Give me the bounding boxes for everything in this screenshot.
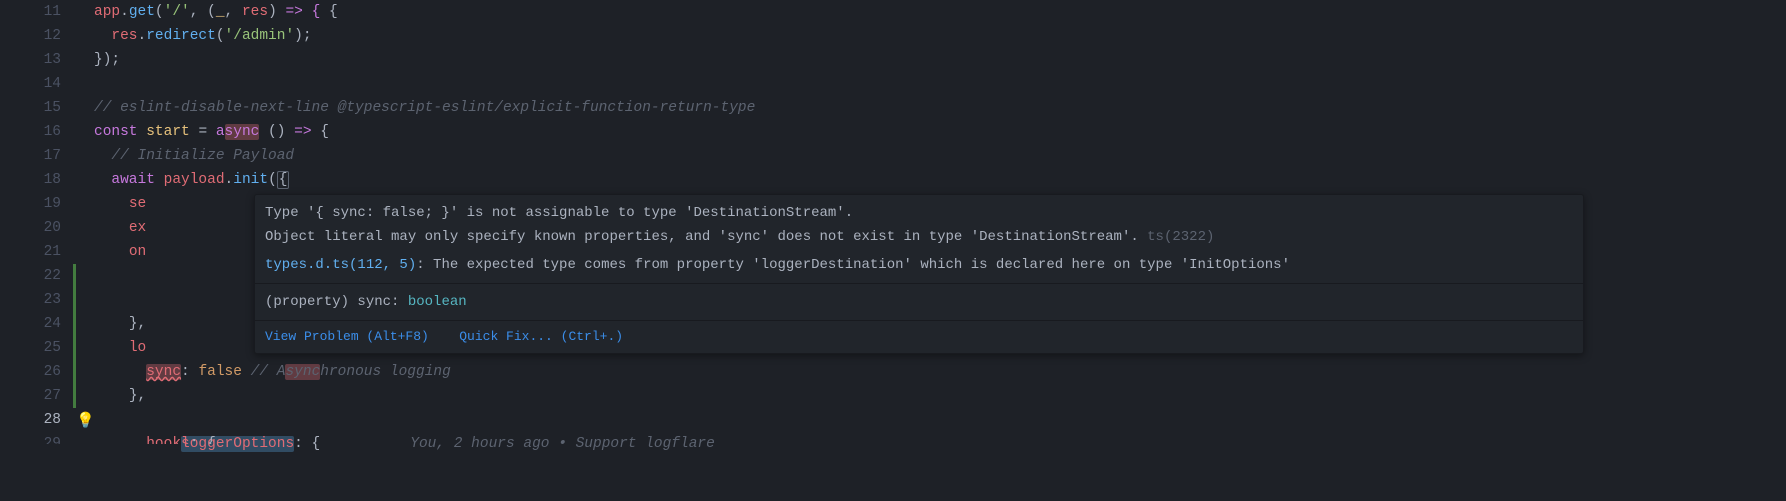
code-line[interactable]: }); bbox=[94, 48, 1786, 72]
token: false bbox=[198, 364, 242, 380]
token: => { bbox=[285, 4, 320, 20]
line-number: 28 bbox=[18, 408, 61, 432]
code-line[interactable]: // Initialize Payload bbox=[94, 144, 1786, 168]
error-message-line: Object literal may only specify known pr… bbox=[265, 229, 1139, 245]
token: redirect bbox=[146, 28, 216, 44]
token: res bbox=[111, 28, 137, 44]
token: start bbox=[146, 124, 190, 140]
signature-type: boolean bbox=[408, 294, 467, 310]
code-line[interactable]: const start = async () => { bbox=[94, 120, 1786, 144]
line-number: 17 bbox=[18, 144, 61, 168]
token: }); bbox=[94, 52, 120, 68]
token: lo bbox=[129, 340, 146, 356]
signature-name: sync bbox=[357, 294, 391, 310]
code-line[interactable]: await payload.init({ bbox=[94, 168, 1786, 192]
token: '/admin' bbox=[225, 28, 295, 44]
error-code: ts(2322) bbox=[1147, 229, 1214, 245]
line-number: 19 bbox=[18, 192, 61, 216]
token: _ bbox=[216, 4, 225, 20]
token: app bbox=[94, 4, 120, 20]
code-line[interactable]: sync: false // Asynchronous logging bbox=[94, 360, 1786, 384]
code-line[interactable] bbox=[94, 72, 1786, 96]
quick-fix-link[interactable]: Quick Fix... (Ctrl+.) bbox=[459, 329, 623, 344]
view-problem-link[interactable]: View Problem (Alt+F8) bbox=[265, 329, 429, 344]
line-number: 22 bbox=[18, 264, 61, 288]
token: init bbox=[233, 172, 268, 188]
hover-widget: Type '{ sync: false; }' is not assignabl… bbox=[254, 194, 1584, 354]
hover-signature-section: (property) sync: boolean bbox=[255, 284, 1583, 321]
editor-root: 11 12 13 14 15 16 17 18 19 20 21 22 23 2… bbox=[0, 0, 1786, 501]
line-number: 24 bbox=[18, 312, 61, 336]
code-line[interactable]: res.redirect('/admin'); bbox=[94, 24, 1786, 48]
hover-actions: View Problem (Alt+F8) Quick Fix... (Ctrl… bbox=[255, 321, 1583, 353]
line-number: 13 bbox=[18, 48, 61, 72]
comment: // Initialize Payload bbox=[111, 148, 294, 164]
error-message-line: Type '{ sync: false; }' is not assignabl… bbox=[265, 205, 853, 221]
line-number-gutter: 11 12 13 14 15 16 17 18 19 20 21 22 23 2… bbox=[18, 0, 73, 501]
line-number: 23 bbox=[18, 288, 61, 312]
line-number: 16 bbox=[18, 120, 61, 144]
gutter-margin bbox=[0, 0, 18, 501]
line-number: 25 bbox=[18, 336, 61, 360]
line-number: 12 bbox=[18, 24, 61, 48]
code-line[interactable]: }, bbox=[94, 384, 1786, 408]
code-line[interactable]: // eslint-disable-next-line @typescript-… bbox=[94, 96, 1786, 120]
line-number: 26 bbox=[18, 360, 61, 384]
token: }, bbox=[129, 316, 146, 332]
lightbulb-icon[interactable]: 💡 bbox=[76, 410, 95, 434]
code-line[interactable]: 💡 loggerOptions: {You, 2 hours ago • Sup… bbox=[94, 408, 1786, 432]
related-location[interactable]: (112, 5) bbox=[349, 257, 416, 273]
code-line[interactable]: hooks: { bbox=[94, 432, 1786, 444]
code-area[interactable]: app.get('/', (_, res) => { { res.redirec… bbox=[76, 0, 1786, 501]
comment: // eslint-disable-next-line @typescript-… bbox=[94, 100, 755, 116]
line-number: 18 bbox=[18, 168, 61, 192]
line-number: 15 bbox=[18, 96, 61, 120]
token: '/' bbox=[164, 4, 190, 20]
code-line[interactable]: app.get('/', (_, res) => { { bbox=[94, 0, 1786, 24]
token: ex bbox=[129, 220, 146, 236]
comment-highlight: sync bbox=[285, 364, 320, 380]
token: const bbox=[94, 124, 138, 140]
line-number: 21 bbox=[18, 240, 61, 264]
hover-error-section: Type '{ sync: false; }' is not assignabl… bbox=[255, 195, 1583, 284]
related-message: : The expected type comes from property … bbox=[416, 257, 1290, 273]
line-number: 27 bbox=[18, 384, 61, 408]
token: await bbox=[111, 172, 155, 188]
related-file-link[interactable]: types.d.ts bbox=[265, 257, 349, 273]
token: payload bbox=[164, 172, 225, 188]
token: res bbox=[242, 4, 268, 20]
line-number: 20 bbox=[18, 216, 61, 240]
token: on bbox=[129, 244, 146, 260]
token: get bbox=[129, 4, 155, 20]
line-number: 29 bbox=[18, 432, 61, 444]
line-number: 11 bbox=[18, 0, 61, 24]
signature-prefix: (property) bbox=[265, 294, 357, 310]
token: se bbox=[129, 196, 146, 212]
token-error: sync bbox=[146, 364, 181, 380]
line-number: 14 bbox=[18, 72, 61, 96]
token: }, bbox=[129, 388, 146, 404]
